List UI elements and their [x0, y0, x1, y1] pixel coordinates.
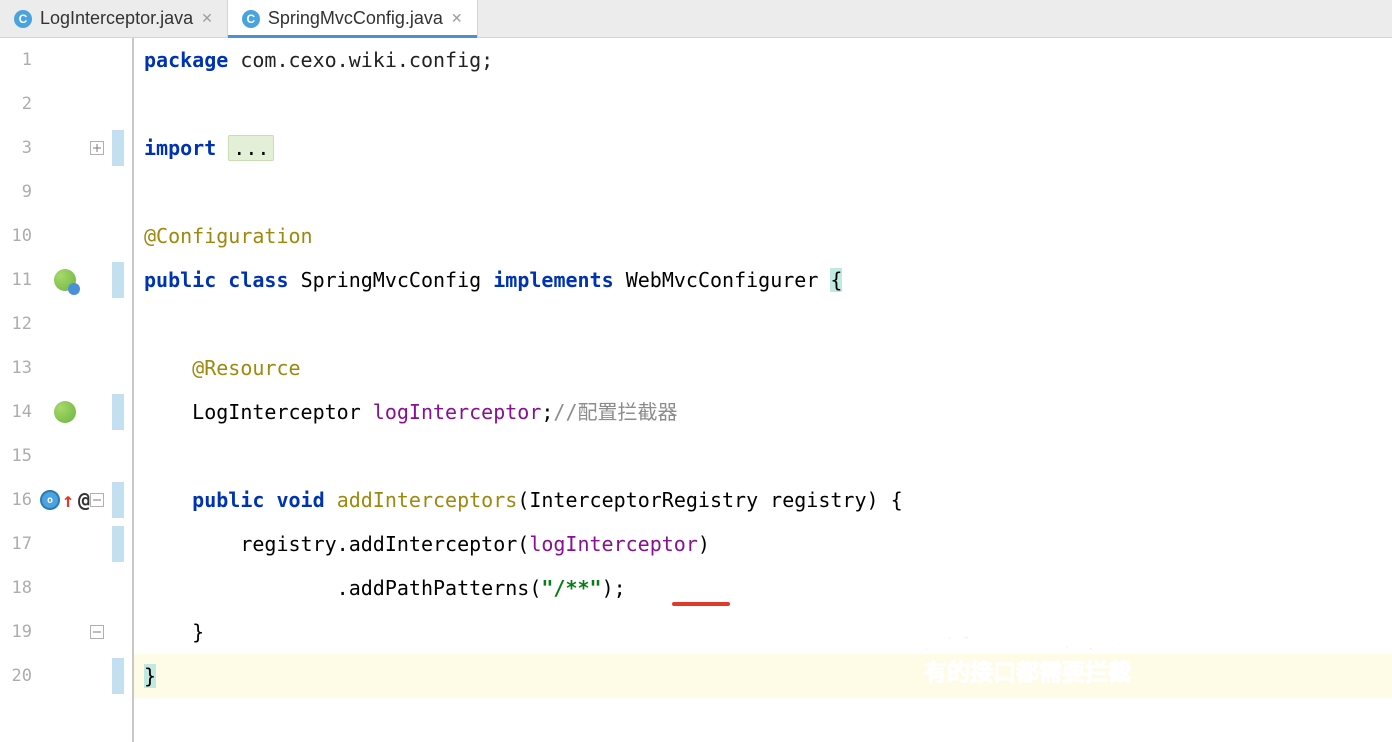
line-number: 2	[0, 82, 32, 126]
fold-gutter	[90, 38, 132, 742]
line-number: 10	[0, 214, 32, 258]
code-line[interactable]: .addPathPatterns("/**");	[134, 566, 1392, 610]
code-line[interactable]	[134, 170, 1392, 214]
folded-region[interactable]: ...	[228, 135, 274, 161]
line-number: 12	[0, 302, 32, 346]
code-line[interactable]	[134, 82, 1392, 126]
fold-collapse-icon[interactable]	[90, 625, 104, 639]
change-marker	[112, 482, 124, 518]
line-number: 17	[0, 522, 32, 566]
line-number: 9	[0, 170, 32, 214]
spring-icon[interactable]	[54, 401, 76, 423]
line-number: 13	[0, 346, 32, 390]
line-number: 11	[0, 258, 32, 302]
change-marker	[112, 262, 124, 298]
code-line[interactable]: }	[134, 654, 1392, 698]
change-marker	[112, 130, 124, 166]
code-line[interactable]	[134, 302, 1392, 346]
tab-loginterceptor[interactable]: C LogInterceptor.java ✕	[0, 0, 228, 37]
line-number: 18	[0, 566, 32, 610]
line-number: 1	[0, 38, 32, 82]
gutter-icons: o↑@	[40, 38, 90, 742]
line-number: 16	[0, 478, 32, 522]
fold-expand-icon[interactable]	[90, 141, 104, 155]
fold-collapse-icon[interactable]	[90, 493, 104, 507]
close-icon[interactable]: ✕	[201, 10, 213, 27]
change-marker	[112, 526, 124, 562]
code-line[interactable]: }	[134, 610, 1392, 654]
tab-label: LogInterceptor.java	[40, 8, 193, 29]
code-line[interactable]	[134, 434, 1392, 478]
user-annotation: 这个的意思是说针对所 有的接口都需要拦截	[924, 624, 1154, 688]
code-editor[interactable]: 1 2 3 9 10 11 12 13 14 15 16 17 18 19 20…	[0, 38, 1392, 742]
code-line[interactable]	[134, 698, 1392, 742]
line-number: 15	[0, 434, 32, 478]
code-line[interactable]: LogInterceptor logInterceptor;//配置拦截器	[134, 390, 1392, 434]
java-class-icon: C	[242, 10, 260, 28]
close-icon[interactable]: ✕	[451, 10, 463, 27]
editor-tabs: C LogInterceptor.java ✕ C SpringMvcConfi…	[0, 0, 1392, 38]
code-line[interactable]: import ...	[134, 126, 1392, 170]
line-number: 3	[0, 126, 32, 170]
code-line[interactable]: package com.cexo.wiki.config;	[134, 38, 1392, 82]
line-number: 20	[0, 654, 32, 698]
java-class-icon: C	[14, 10, 32, 28]
tab-springmvcconfig[interactable]: C SpringMvcConfig.java ✕	[228, 0, 478, 37]
change-marker	[112, 394, 124, 430]
line-number: 19	[0, 610, 32, 654]
tab-label: SpringMvcConfig.java	[268, 8, 443, 29]
line-number	[0, 698, 32, 742]
code-line[interactable]: public void addInterceptors(InterceptorR…	[134, 478, 1392, 522]
code-line[interactable]: @Configuration	[134, 214, 1392, 258]
code-line[interactable]: public class SpringMvcConfig implements …	[134, 258, 1392, 302]
code-area[interactable]: package com.cexo.wiki.config; import ...…	[132, 38, 1392, 742]
red-underline	[672, 602, 730, 606]
code-line[interactable]: @Resource	[134, 346, 1392, 390]
line-number: 14	[0, 390, 32, 434]
line-number-gutter: 1 2 3 9 10 11 12 13 14 15 16 17 18 19 20	[0, 38, 40, 742]
change-marker	[112, 658, 124, 694]
code-line[interactable]: registry.addInterceptor(logInterceptor)	[134, 522, 1392, 566]
spring-bean-icon[interactable]	[54, 269, 76, 291]
override-icon[interactable]: o↑@	[40, 488, 90, 512]
